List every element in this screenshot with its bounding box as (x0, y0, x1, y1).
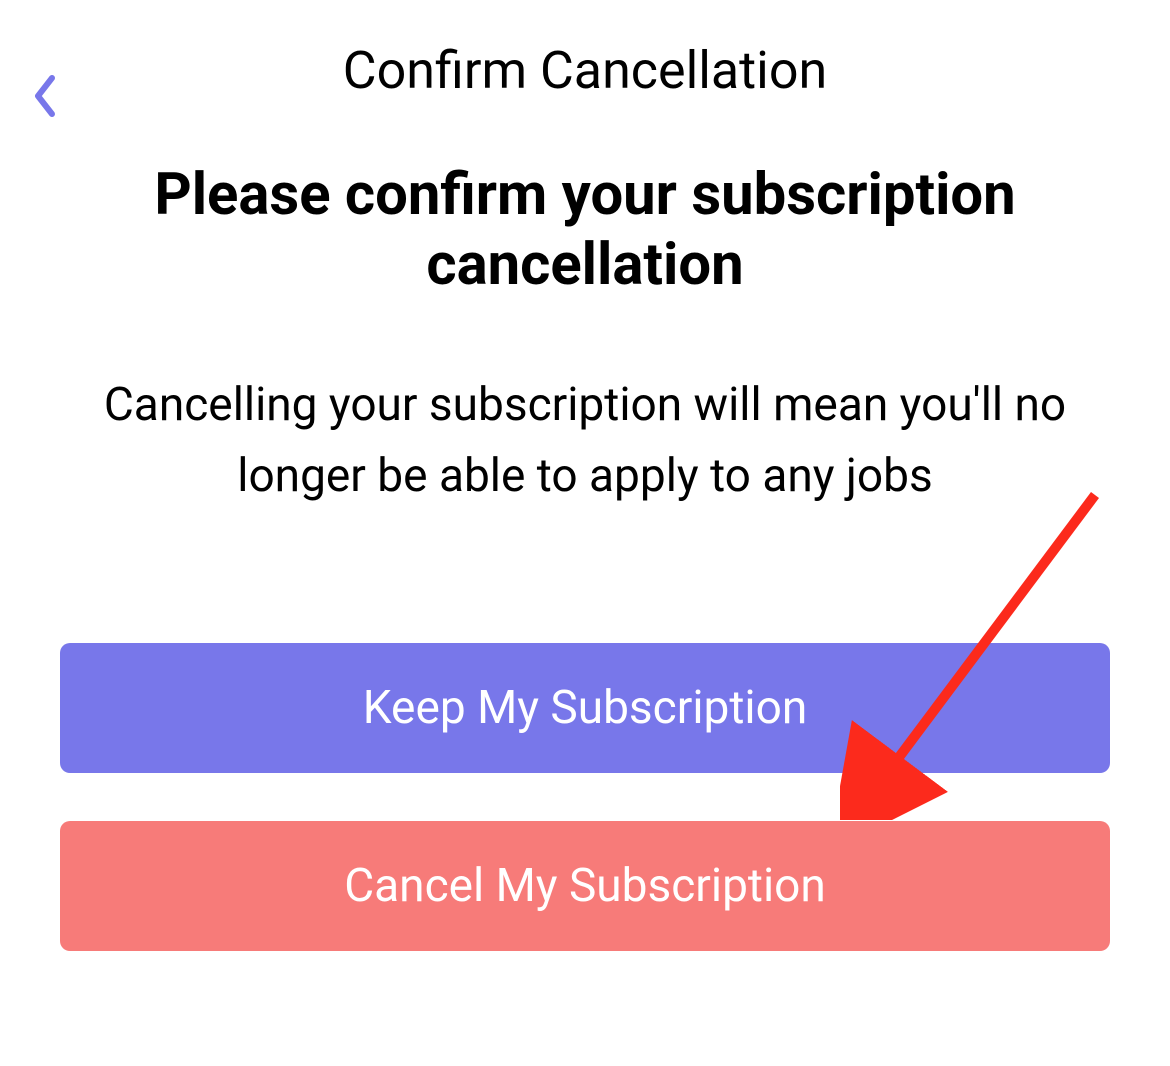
confirm-heading: Please confirm your subscription cancell… (60, 161, 1110, 300)
keep-subscription-button[interactable]: Keep My Subscription (60, 643, 1110, 773)
content-area: Please confirm your subscription cancell… (0, 121, 1170, 951)
confirm-description: Cancelling your subscription will mean y… (60, 370, 1110, 513)
button-container: Keep My Subscription Cancel My Subscript… (60, 643, 1110, 951)
back-icon[interactable] (30, 72, 58, 124)
cancel-subscription-button[interactable]: Cancel My Subscription (60, 821, 1110, 951)
page-title: Confirm Cancellation (30, 40, 1140, 101)
header: Confirm Cancellation (0, 0, 1170, 121)
